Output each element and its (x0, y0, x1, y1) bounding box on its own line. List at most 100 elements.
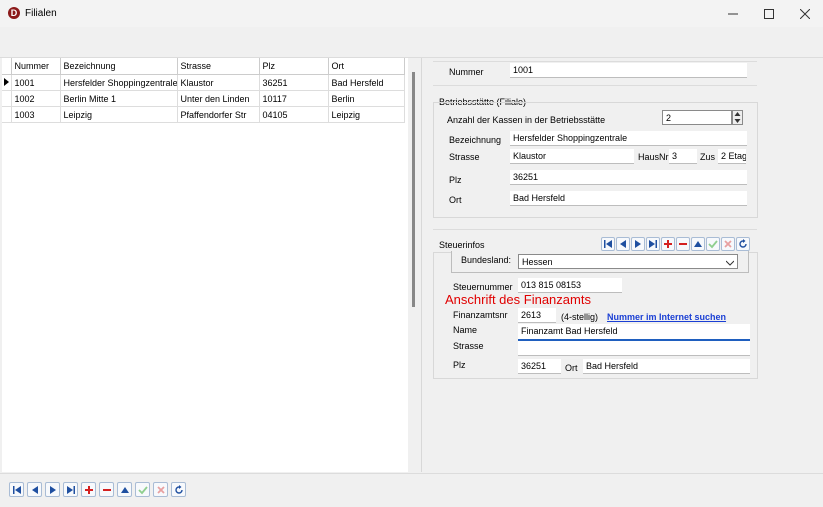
table-row[interactable]: 1003 Leipzig Pfaffendorfer Str 04105 Lei… (2, 106, 405, 123)
finanzamt-name-field[interactable]: Finanzamt Bad Hersfeld (518, 324, 750, 341)
triangle-up-icon (120, 486, 129, 493)
last-icon (649, 240, 657, 248)
last-record-button[interactable] (63, 482, 78, 497)
add-record-button[interactable] (81, 482, 96, 497)
check-icon (137, 485, 148, 494)
cell-plz[interactable]: 36251 (259, 74, 329, 91)
minimize-icon (728, 13, 738, 14)
column-header-bezeichnung[interactable]: Bezeichnung (60, 58, 178, 75)
kassen-spinner-buttons[interactable] (732, 110, 743, 125)
refresh-button[interactable] (736, 237, 750, 251)
last-record-button[interactable] (646, 237, 660, 251)
cell-bezeichnung[interactable]: Leipzig (60, 106, 178, 123)
plus-icon (84, 485, 93, 494)
triangle-up-icon (694, 241, 702, 247)
row-selector (2, 106, 12, 123)
refresh-icon (174, 484, 183, 494)
plz-label: Plz (449, 175, 462, 185)
add-record-button[interactable] (661, 237, 675, 251)
internet-search-link[interactable]: Nummer im Internet suchen (607, 312, 726, 322)
hausnr-field[interactable]: 3 (669, 149, 697, 164)
hausnr-label: HausNr (638, 152, 669, 162)
column-header-plz[interactable]: Plz (259, 58, 329, 75)
name-label: Name (453, 325, 478, 335)
filialen-grid[interactable]: Nummer Bezeichnung Strasse Plz Ort 1001 … (2, 58, 408, 472)
post-record-button[interactable] (135, 482, 150, 497)
strasse-field[interactable]: Klaustor (510, 149, 634, 164)
edit-record-button[interactable] (691, 237, 705, 251)
cell-ort[interactable]: Bad Hersfeld (328, 74, 405, 91)
panel-splitter[interactable] (421, 58, 422, 472)
first-record-button[interactable] (601, 237, 615, 251)
delete-record-button[interactable] (99, 482, 114, 497)
ort-field[interactable]: Bad Hersfeld (510, 191, 747, 206)
kassen-spinner[interactable]: 2 (662, 110, 732, 125)
cell-strasse[interactable]: Unter den Linden (177, 90, 260, 107)
app-icon: D (8, 7, 20, 19)
bezeichnung-field[interactable]: Hersfelder Shoppingzentrale (510, 131, 747, 146)
grid-navigator (9, 482, 186, 497)
close-button[interactable] (787, 0, 823, 27)
cell-plz[interactable]: 04105 (259, 106, 329, 123)
cell-strasse[interactable]: Klaustor (177, 74, 260, 91)
next-icon (49, 485, 56, 494)
bundesland-select[interactable]: Hessen (518, 254, 738, 269)
maximize-button[interactable] (751, 0, 787, 27)
column-header-nummer[interactable]: Nummer (11, 58, 61, 75)
column-header-strasse[interactable]: Strasse (177, 58, 260, 75)
first-icon (12, 485, 21, 494)
prev-icon (620, 240, 626, 248)
cell-bezeichnung[interactable]: Berlin Mitte 1 (60, 90, 178, 107)
bottom-navigator-bar (0, 473, 823, 507)
plz-field[interactable]: 36251 (510, 170, 747, 185)
delete-record-button[interactable] (676, 237, 690, 251)
last-icon (66, 485, 75, 494)
toolbar-area (0, 27, 823, 58)
column-header-ort[interactable]: Ort (328, 58, 405, 75)
steuer-navigator (601, 237, 750, 251)
cell-ort[interactable]: Berlin (328, 90, 405, 107)
edit-record-button[interactable] (117, 482, 132, 497)
post-record-button[interactable] (706, 237, 720, 251)
cancel-record-button[interactable] (153, 482, 168, 497)
table-row[interactable]: 1001 Hersfelder Shoppingzentrale Klausto… (2, 74, 405, 91)
next-record-button[interactable] (45, 482, 60, 497)
bundesland-label: Bundesland: (461, 255, 512, 265)
finanzamtsnr-hint: (4-stellig) (561, 312, 599, 322)
next-icon (635, 240, 641, 248)
prev-record-button[interactable] (27, 482, 42, 497)
cell-nummer[interactable]: 1003 (11, 106, 61, 123)
cancel-record-button[interactable] (721, 237, 735, 251)
row-indicator-header (2, 58, 12, 75)
refresh-icon (739, 239, 747, 248)
zus-field[interactable]: 2 Etag (718, 149, 746, 164)
cell-plz[interactable]: 10117 (259, 90, 329, 107)
next-record-button[interactable] (631, 237, 645, 251)
first-record-button[interactable] (9, 482, 24, 497)
ort-label: Ort (449, 195, 462, 205)
steuernummer-field[interactable]: 013 815 08153 (518, 278, 622, 293)
nummer-field[interactable]: 1001 (510, 63, 747, 78)
window-title: Filialen (25, 8, 57, 19)
finanzamtsnr-label: Finanzamtsnr (453, 310, 508, 320)
minus-icon (102, 488, 111, 491)
cell-nummer[interactable]: 1001 (11, 74, 61, 91)
finanzamt-ort-field[interactable]: Bad Hersfeld (583, 359, 750, 374)
table-row[interactable]: 1002 Berlin Mitte 1 Unter den Linden 101… (2, 90, 405, 107)
anschrift-heading: Anschrift des Finanzamts (445, 292, 591, 307)
chevron-down-icon (725, 258, 735, 268)
scrollbar-thumb[interactable] (412, 72, 415, 307)
prev-record-button[interactable] (616, 237, 630, 251)
refresh-button[interactable] (171, 482, 186, 497)
finanzamt-ort-label: Ort (565, 363, 578, 373)
cell-ort[interactable]: Leipzig (328, 106, 405, 123)
cell-bezeichnung[interactable]: Hersfelder Shoppingzentrale (60, 74, 178, 91)
finanzamt-plz-field[interactable]: 36251 (518, 359, 561, 374)
cancel-icon (156, 485, 165, 494)
cell-nummer[interactable]: 1002 (11, 90, 61, 107)
steuerinfos-title: Steuerinfos (439, 240, 485, 250)
finanzamtsnr-field[interactable]: 2613 (518, 308, 556, 323)
cell-strasse[interactable]: Pfaffendorfer Str (177, 106, 260, 123)
finanzamt-strasse-field[interactable] (518, 341, 750, 356)
minimize-button[interactable] (715, 0, 751, 27)
